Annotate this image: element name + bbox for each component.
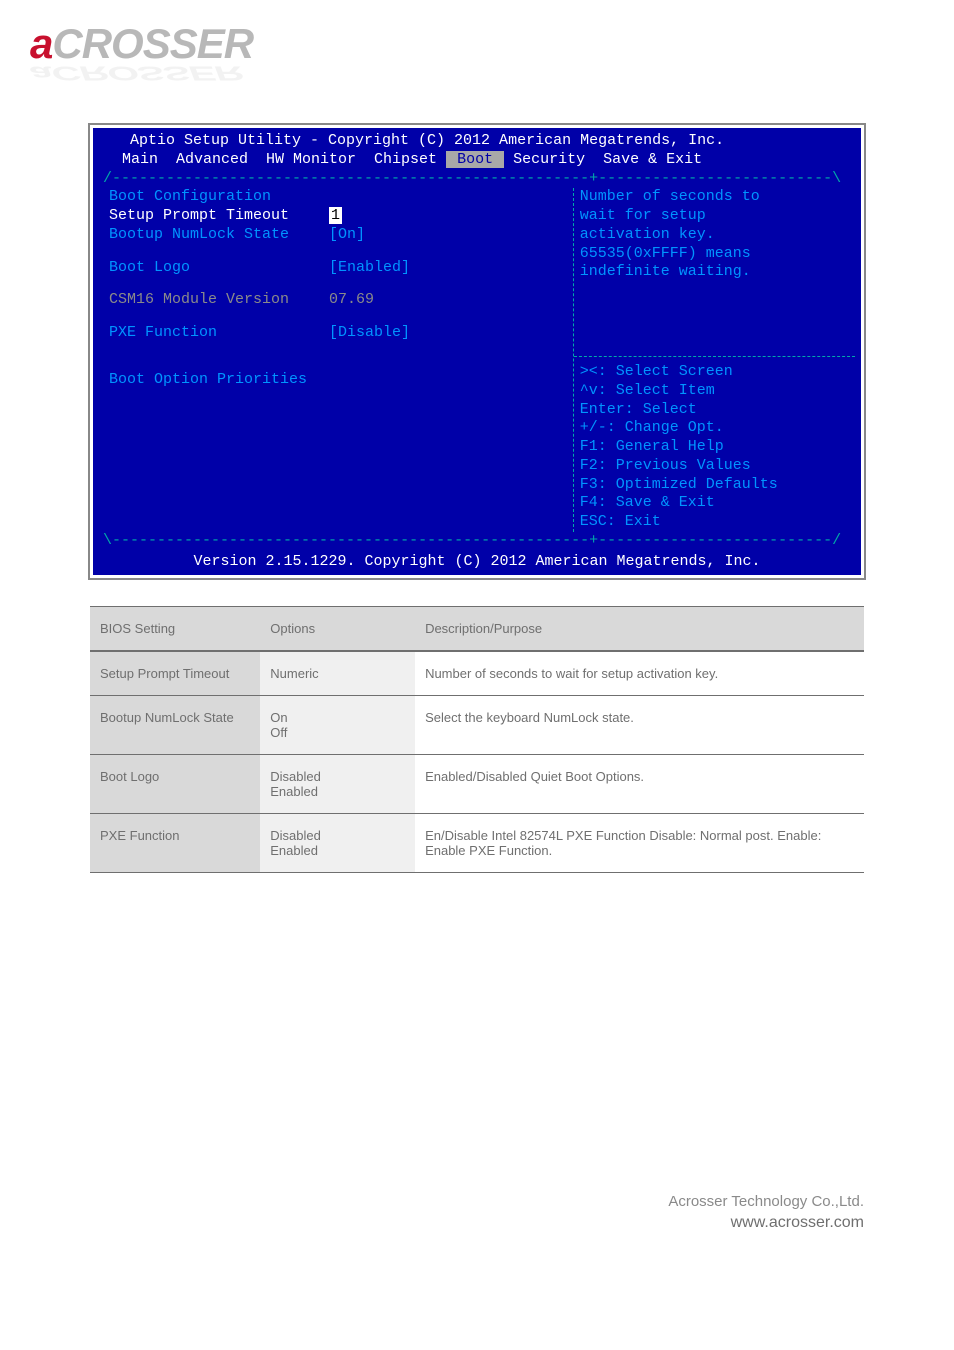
setup-prompt-value[interactable]: 1: [329, 207, 342, 224]
bios-help-pane: Number of seconds to wait for setup acti…: [573, 188, 851, 532]
logo-rest: CROSSER: [52, 20, 253, 67]
tab-boot: Boot: [446, 151, 504, 168]
logo: aCROSSER aCROSSER: [0, 0, 954, 95]
bios-screenshot: Aptio Setup Utility - Copyright (C) 2012…: [90, 125, 864, 578]
csm-value: 07.69: [329, 291, 573, 310]
footer-company: Acrosser Technology Co.,Ltd.: [0, 1193, 864, 1210]
table-row: Setup Prompt Timeout Numeric Number of s…: [90, 651, 864, 696]
table-col-options: Options: [260, 607, 415, 652]
table-row: Boot Logo Disabled Enabled Enabled/Disab…: [90, 755, 864, 814]
settings-table: BIOS Setting Options Description/Purpose…: [90, 606, 864, 873]
table-col-desc: Description/Purpose: [415, 607, 864, 652]
bios-title: Aptio Setup Utility - Copyright (C) 2012…: [93, 128, 861, 151]
bios-left-pane: Boot Configuration Setup Prompt Timeout …: [103, 188, 573, 532]
table-row: PXE Function Disabled Enabled En/Disable…: [90, 814, 864, 873]
bootlogo-label: Boot Logo: [109, 259, 329, 278]
csm-label: CSM16 Module Version: [109, 291, 329, 310]
numlock-value[interactable]: [On]: [329, 226, 573, 245]
numlock-label: Bootup NumLock State: [109, 226, 329, 245]
pxe-label: PXE Function: [109, 324, 329, 343]
bios-tabs: Main Advanced HW Monitor Chipset Boot Se…: [93, 151, 861, 170]
table-col-setting: BIOS Setting: [90, 607, 260, 652]
table-row: Bootup NumLock State On Off Select the k…: [90, 696, 864, 755]
bios-version: Version 2.15.1229. Copyright (C) 2012 Am…: [93, 551, 861, 576]
boot-config-heading: Boot Configuration: [109, 188, 329, 207]
logo-first-letter: a: [30, 20, 52, 67]
page-footer: Acrosser Technology Co.,Ltd. www.acrosse…: [0, 1173, 954, 1262]
pxe-value[interactable]: [Disable]: [329, 324, 573, 343]
boot-priorities-heading: Boot Option Priorities: [109, 371, 307, 390]
footer-url: www.acrosser.com: [0, 1214, 864, 1232]
bootlogo-value[interactable]: [Enabled]: [329, 259, 573, 278]
setup-prompt-label: Setup Prompt Timeout: [109, 207, 329, 226]
